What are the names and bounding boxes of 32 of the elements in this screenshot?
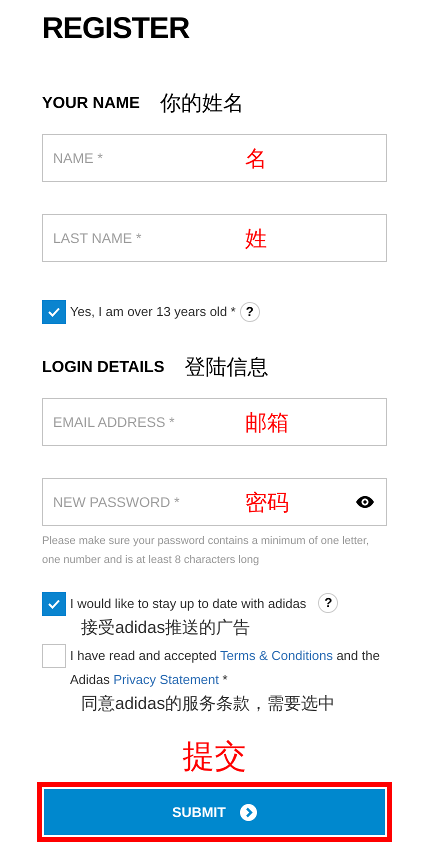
annotation: 密码 — [245, 488, 289, 516]
help-button[interactable]: ? — [318, 593, 338, 613]
text-field[interactable]: EMAIL ADDRESS * — [53, 412, 233, 432]
help-button[interactable]: ? — [240, 302, 260, 322]
annotation: 接受adidas推送的广告 — [81, 617, 252, 639]
annotation: 提交 — [182, 738, 246, 774]
eye-icon[interactable] — [356, 496, 374, 508]
text-field[interactable]: NEW PASSWORD * — [53, 492, 233, 512]
annotation: 邮箱 — [245, 408, 289, 436]
checkmark-icon — [48, 599, 60, 609]
annotation: 登陆信息 — [184, 355, 268, 382]
link[interactable]: Terms & Conditions — [220, 648, 333, 663]
annotation: 名 — [245, 144, 267, 172]
section-heading: YOUR NAME — [42, 94, 140, 114]
consent-text: I would like to stay up to date with adidas — [70, 595, 306, 613]
checkbox[interactable] — [42, 592, 66, 616]
checkbox-label: Yes, I am over 13 years old * — [70, 303, 236, 322]
text-field[interactable]: NAME * — [53, 148, 233, 168]
annotation: 同意adidas的服务条款，需要选中 — [81, 693, 336, 715]
page-title: REGISTER — [42, 11, 190, 46]
checkbox[interactable] — [42, 644, 66, 668]
link[interactable]: Privacy Statement — [113, 672, 219, 687]
annotation: 你的姓名 — [160, 91, 244, 118]
submit-button[interactable]: SUBMIT — [42, 787, 387, 837]
consent-text: I have read and accepted Terms & Conditions and the Adidas Privacy Statement * — [70, 647, 381, 689]
chevron-right-icon — [240, 804, 257, 820]
checkmark-icon — [48, 307, 60, 317]
text-field[interactable]: LAST NAME * — [53, 228, 233, 248]
annotation: 姓 — [245, 224, 267, 252]
section-heading: LOGIN DETAILS — [42, 358, 164, 378]
password-hint: Please make sure your password contains a minimum of one letter, one number and is at least 8 characters long — [42, 534, 370, 568]
checkbox[interactable] — [42, 300, 66, 324]
